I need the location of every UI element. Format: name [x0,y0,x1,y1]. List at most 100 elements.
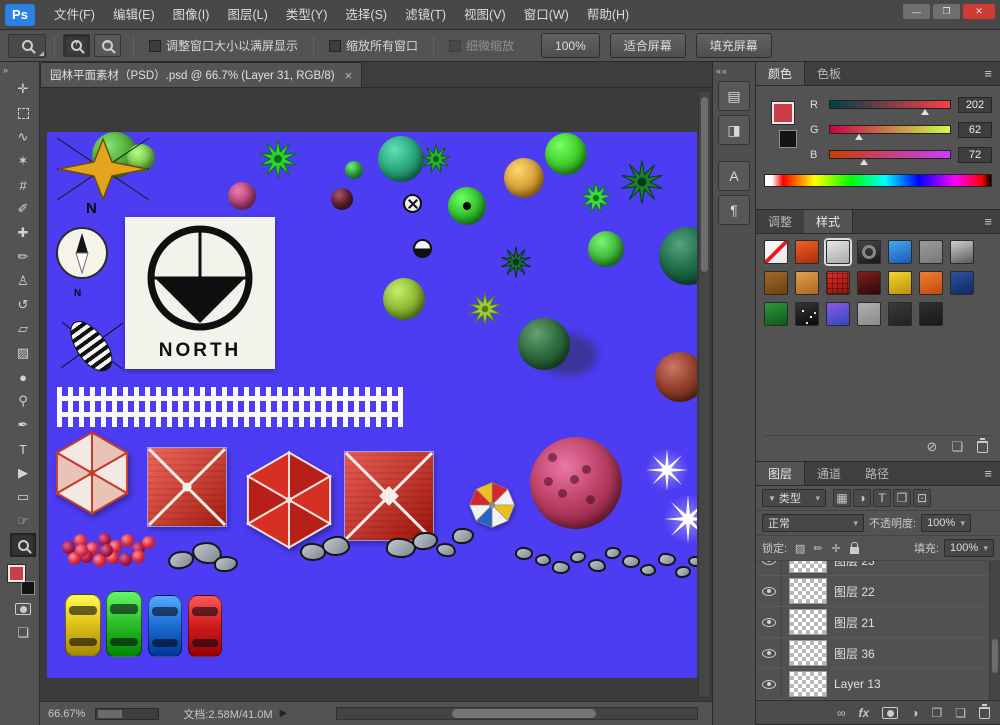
visibility-toggle[interactable] [756,638,782,668]
blend-mode-dropdown[interactable]: 正常 ▾ [762,514,864,532]
canvas-area[interactable]: NNORTHN [40,88,712,701]
zoom-tool[interactable] [10,533,36,557]
fill-screen-button[interactable]: 填充屏幕 [696,33,772,58]
tab-swatches[interactable]: 色板 [805,62,853,85]
style-swatch[interactable] [888,302,912,326]
crop-tool[interactable]: # [10,173,36,197]
adjustment-layer-button[interactable]: ◑ [911,706,918,720]
link-layers-button[interactable]: ∞ [837,706,846,720]
foreground-color-swatch[interactable] [772,102,794,124]
option-check-0[interactable]: 调整窗口大小以满屏显示 [149,37,298,54]
slider-thumb[interactable] [860,159,868,165]
collapse-tools-chevron[interactable]: » [0,62,39,77]
blur-tool[interactable]: ● [10,365,36,389]
filter-icon-1[interactable]: ◑ [853,489,871,507]
status-mini-scrollbar[interactable] [95,708,159,720]
status-arrow-icon[interactable]: ▶ [280,708,288,719]
menu-layer[interactable]: 图层(L) [218,8,276,22]
filter-icon-0[interactable]: ▦ [833,489,851,507]
style-swatch[interactable] [919,271,943,295]
menu-type[interactable]: 类型(Y) [277,8,337,22]
tab-color[interactable]: 颜色 [756,62,805,85]
layer-row[interactable]: 图层 22 [756,576,1000,607]
marquee-tool[interactable] [10,101,36,125]
style-swatch[interactable] [826,240,850,264]
menu-help[interactable]: 帮助(H) [578,8,638,22]
zoom-out-button[interactable] [94,34,121,57]
style-swatch[interactable] [950,240,974,264]
filter-icon-2[interactable]: T [873,489,891,507]
hand-tool[interactable]: ☞ [10,509,36,533]
tab-styles[interactable]: 样式 [804,210,853,233]
background-color-swatch[interactable] [779,130,797,148]
tab-adjustments[interactable]: 调整 [756,210,804,233]
quick-selection-tool[interactable]: ✶ [10,149,36,173]
menu-filter[interactable]: 滤镜(T) [396,8,455,22]
dodge-tool[interactable]: ⚲ [10,389,36,413]
horizontal-scrollbar-thumb[interactable] [452,709,596,718]
opacity-dropdown[interactable]: 100% ▾ [921,514,971,532]
foreground-color-swatch[interactable] [8,565,25,582]
paragraph-panel-button[interactable]: ¶ [718,195,750,225]
style-swatch[interactable] [764,302,788,326]
new-style-button[interactable]: ❏ [951,439,963,455]
minimize-button[interactable]: — [903,4,930,19]
layers-scrollbar[interactable] [989,561,1000,700]
lock-icon-0[interactable]: ▨ [792,540,808,556]
style-swatch[interactable] [888,240,912,264]
status-mini-thumb[interactable] [98,710,122,718]
layer-row[interactable]: 图层 36 [756,638,1000,669]
lock-icon-2[interactable]: ✛ [828,540,844,556]
visibility-toggle[interactable] [756,669,782,699]
vertical-scrollbar[interactable] [698,91,711,698]
filter-icon-3[interactable]: ❒ [893,489,911,507]
fit-screen-button[interactable]: 适合屏幕 [610,33,686,58]
panel-menu-icon[interactable]: ≡ [976,462,1000,485]
style-swatch[interactable] [764,240,788,264]
background-color-swatch[interactable] [21,581,35,595]
style-swatch[interactable] [857,271,881,295]
type-tool[interactable]: T [10,437,36,461]
style-swatch[interactable] [888,271,912,295]
layer-style-button[interactable]: fx [859,706,870,720]
menu-view[interactable]: 视图(V) [455,8,515,22]
add-mask-button[interactable] [882,707,898,719]
pen-tool[interactable]: ✒ [10,413,36,437]
slider-thumb[interactable] [921,109,929,115]
new-group-button[interactable]: ❐ [931,706,942,720]
expand-panels-chevron[interactable]: «« [713,63,755,78]
brush-tool[interactable]: ✏ [10,245,36,269]
filter-type-dropdown[interactable]: ▼ 类型 ▾ [762,489,826,507]
channel-value[interactable]: 202 [958,97,992,113]
menu-file[interactable]: 文件(F) [45,8,104,22]
zoom-100-button[interactable]: 100% [541,33,600,58]
style-swatch[interactable] [826,302,850,326]
style-swatch[interactable] [857,302,881,326]
collapsed-panel-button-1[interactable]: ▤ [718,81,750,111]
lock-icon-1[interactable]: ✏ [810,540,826,556]
style-swatch[interactable] [857,240,881,264]
tab-paths[interactable]: 路径 [853,462,901,485]
layer-row[interactable]: 图层 23 [756,561,1000,576]
eyedropper-tool[interactable]: ✐ [10,197,36,221]
tab-layers[interactable]: 图层 [756,462,805,485]
style-swatch[interactable] [795,302,819,326]
style-swatch[interactable] [795,240,819,264]
path-selection-tool[interactable]: ▶ [10,461,36,485]
channel-slider[interactable] [829,125,951,134]
color-panel-swatch[interactable] [772,100,804,156]
option-check-1[interactable]: 缩放所有窗口 [329,37,418,54]
maximize-button[interactable]: ❐ [933,4,960,19]
history-brush-tool[interactable]: ↺ [10,293,36,317]
zoom-level[interactable]: 66.67% [48,708,85,720]
menu-select[interactable]: 选择(S) [336,8,396,22]
color-swatch-widget[interactable] [8,565,36,595]
menu-edit[interactable]: 编辑(E) [104,8,164,22]
horizontal-scrollbar[interactable] [336,707,698,720]
gradient-tool[interactable]: ▨ [10,341,36,365]
zoom-in-button[interactable] [63,34,90,57]
collapsed-panel-button-2[interactable]: ◨ [718,115,750,145]
screen-mode-button[interactable]: ❏ [10,621,36,645]
lock-all-button[interactable] [846,540,862,556]
zoom-tool-preview[interactable] [8,34,46,58]
